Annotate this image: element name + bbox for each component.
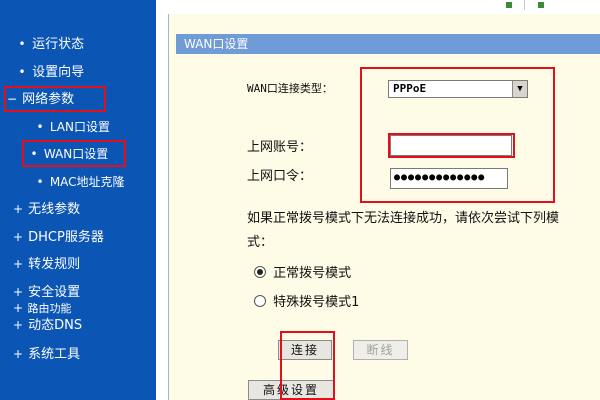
sidebar-item-label: LAN口设置	[49, 120, 110, 134]
password-input[interactable]: ●●●●●●●●●●●●●	[390, 168, 508, 189]
bullet-icon: •	[36, 175, 44, 189]
wan-type-select[interactable]: PPPoE ▼	[388, 80, 528, 98]
sidebar-item-label: MAC地址克隆	[49, 175, 125, 189]
hint-text: 式：	[247, 235, 274, 250]
bullet-icon: •	[18, 37, 26, 51]
radio-unselected-icon[interactable]	[254, 295, 266, 307]
radio-special-dial[interactable]: 特殊拨号模式1	[254, 291, 359, 310]
sidebar-item-label: WAN口设置	[43, 147, 109, 161]
page-title: WAN口设置	[176, 34, 600, 54]
window-tab-icon	[498, 0, 525, 10]
sidebar-item-dhcp[interactable]: + DHCP服务器	[12, 225, 104, 249]
account-label: 上网账号：	[247, 140, 313, 155]
bullet-icon: •	[30, 147, 38, 161]
chevron-down-icon[interactable]: ▼	[512, 81, 527, 97]
bullet-icon: •	[18, 65, 26, 79]
sidebar-item-label: 动态DNS	[28, 318, 83, 333]
expand-icon: +	[12, 230, 24, 244]
expand-icon: +	[12, 318, 24, 332]
wan-type-value: PPPoE	[393, 82, 427, 95]
sidebar-item-lan[interactable]: • LAN口设置	[34, 115, 110, 139]
radio-normal-label: 正常拨号模式	[273, 266, 352, 281]
sidebar-item-label: 无线参数	[28, 202, 81, 217]
sidebar-item-forwarding[interactable]: + 转发规则	[12, 252, 80, 276]
sidebar-nav: • 运行状态 • 设置向导 − 网络参数 • LAN口设置 • WAN口设置 •…	[0, 0, 156, 400]
hint-text: 如果正常拨号模式下无法连接成功，请依次尝试下列模	[247, 211, 560, 226]
expand-icon: +	[12, 347, 24, 361]
sidebar-item-label: 设置向导	[32, 65, 85, 80]
disconnect-button[interactable]: 断线	[353, 340, 408, 360]
radio-normal-dial[interactable]: 正常拨号模式	[254, 262, 351, 281]
account-input[interactable]	[390, 135, 512, 156]
sidebar-item-network-params[interactable]: − 网络参数	[6, 87, 74, 111]
sidebar-item-mac-clone[interactable]: • MAC地址克隆	[34, 170, 125, 194]
bullet-icon: •	[36, 120, 44, 134]
sidebar-item-system-tools[interactable]: + 系统工具	[12, 342, 80, 366]
advanced-settings-button[interactable]: 高级设置	[248, 380, 334, 400]
wan-type-label: WAN口连接类型：	[247, 82, 333, 95]
sidebar-item-label: 网络参数	[22, 92, 75, 107]
expand-icon: +	[12, 257, 24, 271]
router-admin-page: • 运行状态 • 设置向导 − 网络参数 • LAN口设置 • WAN口设置 •…	[0, 0, 600, 400]
sidebar-item-security[interactable]: + 安全设置	[12, 280, 80, 304]
password-label: 上网口令：	[247, 169, 313, 184]
sidebar-item-label: 运行状态	[32, 37, 85, 52]
sidebar-item-setup-wizard[interactable]: • 设置向导	[16, 60, 84, 84]
sidebar-item-label: 转发规则	[28, 257, 81, 272]
sidebar-item-label: DHCP服务器	[28, 230, 104, 245]
connect-button[interactable]: 连接	[278, 340, 332, 360]
radio-selected-icon[interactable]	[254, 266, 266, 278]
sidebar-item-ddns[interactable]: + 动态DNS	[12, 313, 82, 337]
window-tab-icon	[530, 0, 600, 10]
collapse-icon: −	[6, 92, 18, 106]
expand-icon: +	[12, 285, 24, 299]
sidebar-item-status[interactable]: • 运行状态	[16, 32, 84, 56]
sidebar-item-label: 安全设置	[28, 285, 81, 300]
sidebar-item-wireless[interactable]: + 无线参数	[12, 197, 80, 221]
radio-special-label: 特殊拨号模式1	[273, 295, 360, 310]
sidebar-item-wan[interactable]: • WAN口设置	[28, 142, 108, 166]
sidebar-item-label: 系统工具	[28, 347, 81, 362]
expand-icon: +	[12, 202, 24, 216]
